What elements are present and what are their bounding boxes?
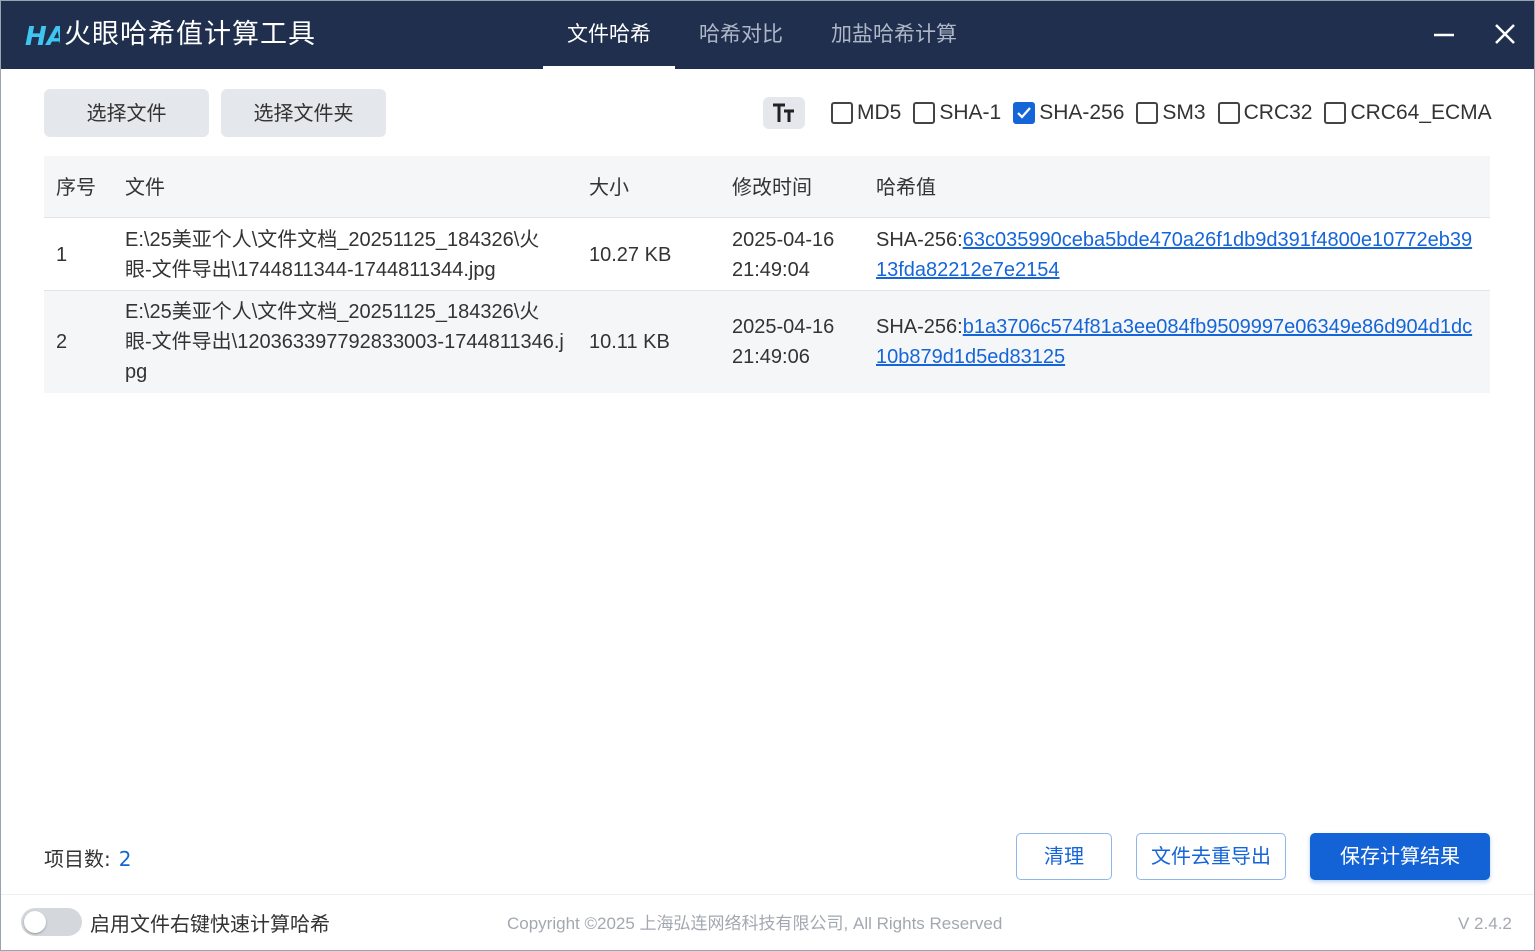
row-size: 10.11 KB xyxy=(589,331,670,353)
algo-sm3[interactable]: SM3 xyxy=(1136,101,1206,125)
algo-label: SHA-1 xyxy=(939,101,1002,124)
context-menu-toggle-label: 启用文件右键快速计算哈希 xyxy=(90,912,330,936)
hash-value-link[interactable]: 63c035990ceba5bde470a26f1db9d391f4800e10… xyxy=(876,229,1472,281)
crc64-ecma-checkbox[interactable] xyxy=(1324,102,1347,124)
save-results-button[interactable]: 保存计算结果 xyxy=(1310,833,1490,880)
select-folder-button[interactable]: 选择文件夹 xyxy=(221,89,386,137)
hash-value-link[interactable]: b1a3706c574f81a3ee084fb9509997e06349e86d… xyxy=(876,316,1472,368)
algo-sha1[interactable]: SHA-1 xyxy=(913,101,1001,125)
app-logo-icon: HA xyxy=(25,22,60,52)
svg-text:HA: HA xyxy=(25,22,60,52)
footer-divider xyxy=(0,894,1535,895)
md5-checkbox[interactable] xyxy=(831,102,853,124)
hash-algorithm-prefix: SHA-256: xyxy=(876,316,963,338)
crc32-checkbox[interactable] xyxy=(1217,102,1240,124)
row-index: 2 xyxy=(56,331,68,353)
tab-file-hash[interactable]: 文件哈希 xyxy=(543,0,675,69)
algorithm-options: MD5 SHA-1 SHA-256 SM3 CRC32 CRC64_ECMA xyxy=(831,99,1492,127)
algo-label: MD5 xyxy=(857,101,902,124)
row-modified: 2025-04-16 21:49:04 xyxy=(732,229,835,281)
version-label: V 2.4.2 xyxy=(1458,914,1512,933)
algo-crc64-ecma[interactable]: CRC64_ECMA xyxy=(1324,101,1492,125)
item-count-label: 项目数: xyxy=(44,847,111,871)
header-index: 序号 xyxy=(56,175,96,199)
algo-label: SHA-256 xyxy=(1039,101,1125,124)
header-file: 文件 xyxy=(125,175,165,199)
window-border xyxy=(0,0,1535,951)
tab-salted-hash[interactable]: 加盐哈希计算 xyxy=(807,0,981,69)
header-size: 大小 xyxy=(589,175,629,199)
algo-md5[interactable]: MD5 xyxy=(831,101,901,125)
hash-algorithm-prefix: SHA-256: xyxy=(876,229,963,251)
table-row[interactable]: 2 E:\25美亚个人\文件文档_20251125_184326\火眼-文件导出… xyxy=(44,291,1490,393)
dedup-export-button[interactable]: 文件去重导出 xyxy=(1136,833,1286,880)
toggle-knob xyxy=(24,911,46,933)
row-file-path: E:\25美亚个人\文件文档_20251125_184326\火眼-文件导出\1… xyxy=(125,229,540,281)
title-bar: HA 火眼哈希值计算工具 文件哈希 哈希对比 加盐哈希计算 xyxy=(0,0,1535,69)
row-index: 1 xyxy=(56,244,68,266)
header-hash: 哈希值 xyxy=(876,175,936,199)
table-row[interactable]: 1 E:\25美亚个人\文件文档_20251125_184326\火眼-文件导出… xyxy=(44,218,1490,291)
hash-results-table: 序号 文件 大小 修改时间 哈希值 1 E:\25美亚个人\文件文档_20251… xyxy=(44,156,1490,393)
algo-label: CRC32 xyxy=(1243,101,1313,124)
row-size: 10.27 KB xyxy=(589,244,672,266)
algo-sha256[interactable]: SHA-256 xyxy=(1013,101,1124,125)
sha1-checkbox[interactable] xyxy=(913,102,936,124)
select-file-button[interactable]: 选择文件 xyxy=(44,89,209,137)
item-count: 项目数: 2 xyxy=(44,845,131,873)
item-count-value: 2 xyxy=(118,847,132,871)
row-hash: SHA-256:b1a3706c574f81a3ee084fb9509997e0… xyxy=(876,312,1476,372)
minimize-button[interactable] xyxy=(1424,14,1464,54)
context-menu-toggle[interactable] xyxy=(21,908,82,936)
algo-label: CRC64_ECMA xyxy=(1350,101,1492,124)
check-icon xyxy=(1017,107,1032,119)
row-modified: 2025-04-16 21:49:06 xyxy=(732,316,835,368)
clear-button[interactable]: 清理 xyxy=(1016,833,1112,880)
main-tabs: 文件哈希 哈希对比 加盐哈希计算 xyxy=(543,0,981,69)
copyright-text: Copyright ©2025 上海弘连网络科技有限公司, All Rights… xyxy=(507,914,1003,933)
app-title: 火眼哈希值计算工具 xyxy=(64,19,316,50)
close-button[interactable] xyxy=(1485,14,1525,54)
algo-label: SM3 xyxy=(1162,101,1206,124)
algo-crc32[interactable]: CRC32 xyxy=(1217,101,1313,125)
table-header: 序号 文件 大小 修改时间 哈希值 xyxy=(44,156,1490,218)
text-size-icon xyxy=(773,103,794,122)
row-hash: SHA-256:63c035990ceba5bde470a26f1db9d391… xyxy=(876,225,1476,285)
header-modified: 修改时间 xyxy=(732,175,812,199)
minimize-icon xyxy=(1434,33,1454,37)
sm3-checkbox[interactable] xyxy=(1136,102,1159,124)
tab-hash-compare[interactable]: 哈希对比 xyxy=(675,0,807,69)
sha256-checkbox[interactable] xyxy=(1013,102,1036,124)
close-icon xyxy=(1495,24,1515,44)
font-size-button[interactable] xyxy=(763,97,805,129)
row-file-path: E:\25美亚个人\文件文档_20251125_184326\火眼-文件导出\1… xyxy=(125,301,564,383)
